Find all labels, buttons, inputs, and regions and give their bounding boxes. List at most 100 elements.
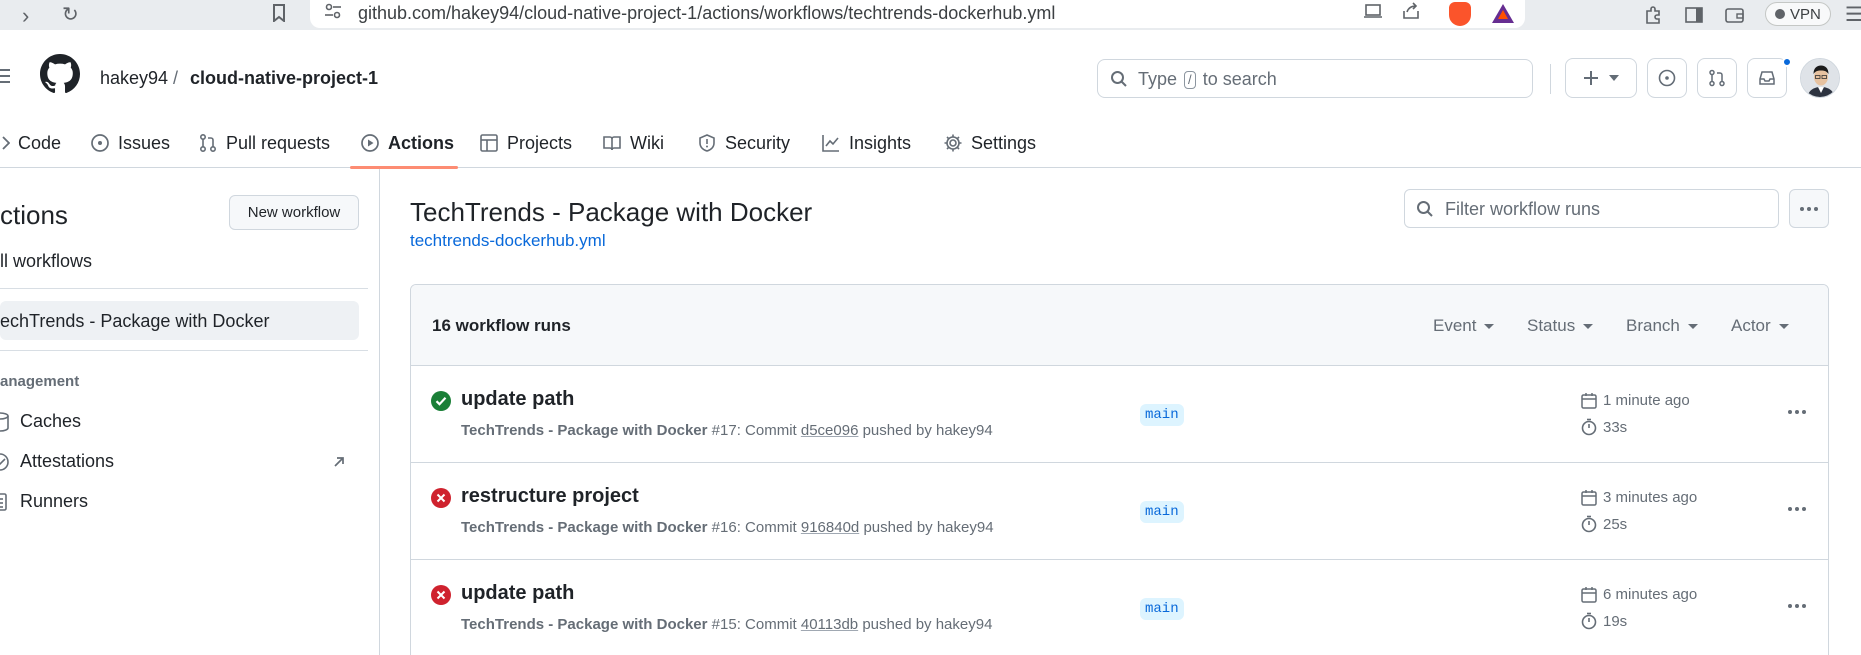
- kebab-horizontal-icon: [1788, 507, 1806, 511]
- kebab-horizontal-icon: [1788, 604, 1806, 608]
- branch-label[interactable]: main: [1140, 404, 1184, 426]
- branch-label[interactable]: main: [1140, 501, 1184, 523]
- calendar-icon: [1581, 393, 1597, 409]
- repo-owner-link[interactable]: hakey94: [100, 68, 168, 89]
- branch-label[interactable]: main: [1140, 598, 1184, 620]
- sidebar-item-label: Runners: [20, 491, 89, 511]
- sidebar-item-all-workflows[interactable]: ll workflows: [0, 251, 92, 272]
- tab-issues[interactable]: Issues: [90, 118, 170, 168]
- commit-sha-link[interactable]: d5ce096: [801, 422, 859, 439]
- workflow-runs-list: 16 workflow runs Event Status Branch Act…: [410, 284, 1829, 655]
- workflow-file-link[interactable]: techtrends-dockerhub.yml: [410, 231, 606, 251]
- sidebar-section-heading: anagement: [0, 373, 80, 390]
- inbox-button[interactable]: [1747, 58, 1787, 98]
- global-search-input[interactable]: Type / to search: [1097, 59, 1533, 98]
- browser-toolbar: › ↻ github.com/hakey94/cloud-native-proj…: [0, 0, 1861, 30]
- sidebar-item-selected-workflow[interactable]: echTrends - Package with Docker: [0, 301, 359, 340]
- run-options-button[interactable]: [1781, 493, 1813, 525]
- notification-indicator: [1782, 57, 1792, 67]
- create-new-button[interactable]: [1565, 58, 1637, 98]
- user-avatar[interactable]: [1800, 58, 1840, 98]
- cast-icon[interactable]: [1364, 2, 1384, 25]
- url-text: github.com/hakey94/cloud-native-project-…: [358, 3, 1056, 23]
- vpn-button[interactable]: VPN: [1765, 2, 1831, 26]
- github-logo-icon[interactable]: [40, 54, 80, 94]
- run-title-link[interactable]: update path: [461, 388, 574, 411]
- run-duration: 33s: [1581, 418, 1627, 436]
- brave-shields-icon[interactable]: [1449, 2, 1471, 26]
- run-time: 3 minutes ago: [1581, 489, 1697, 506]
- run-duration: 19s: [1581, 612, 1627, 630]
- status-filter-dropdown[interactable]: Status: [1527, 316, 1594, 336]
- wallet-icon[interactable]: [1725, 4, 1745, 30]
- extensions-icon[interactable]: [1645, 4, 1663, 30]
- graph-icon: [822, 135, 839, 152]
- cache-icon: [0, 412, 9, 432]
- stopwatch-icon: [1581, 515, 1597, 533]
- bookmark-icon[interactable]: [272, 4, 286, 27]
- share-icon[interactable]: [1401, 2, 1421, 25]
- runs-count: 16 workflow runs: [432, 316, 571, 335]
- workflow-title: TechTrends - Package with Docker: [410, 197, 813, 227]
- caret-down-icon: [1583, 323, 1594, 329]
- sidebar-toggle-icon[interactable]: [1685, 4, 1703, 30]
- failure-x-icon: [431, 488, 451, 508]
- filter-workflow-runs-input[interactable]: Filter workflow runs: [1404, 189, 1779, 228]
- sidebar-item-label: Attestations: [20, 451, 115, 471]
- tab-actions[interactable]: Actions: [360, 118, 454, 168]
- tab-pull-requests[interactable]: Pull requests: [198, 118, 330, 168]
- inbox-icon: [1759, 71, 1775, 85]
- run-title-link[interactable]: update path: [461, 582, 574, 605]
- run-title-link[interactable]: restructure project: [461, 485, 639, 508]
- plus-icon: [1584, 71, 1598, 85]
- menu-icon[interactable]: ☰: [1845, 2, 1861, 27]
- event-filter-dropdown[interactable]: Event: [1433, 316, 1495, 336]
- tab-settings[interactable]: Settings: [943, 118, 1036, 168]
- caret-down-icon: [1778, 323, 1789, 329]
- repo-name-link[interactable]: cloud-native-project-1: [190, 68, 378, 89]
- sidebar-item-label: Caches: [20, 411, 82, 431]
- filter-placeholder: Filter workflow runs: [1445, 199, 1601, 219]
- site-settings-icon[interactable]: [324, 3, 342, 24]
- shield-icon: [699, 134, 715, 152]
- tab-insights[interactable]: Insights: [821, 118, 911, 168]
- sidebar-title: ctions: [0, 200, 68, 230]
- stopwatch-icon: [1581, 612, 1597, 630]
- brave-rewards-icon[interactable]: [1492, 4, 1514, 23]
- actor-filter-dropdown[interactable]: Actor: [1731, 316, 1789, 336]
- workflow-run-row[interactable]: update path TechTrends - Package with Do…: [411, 366, 1828, 463]
- calendar-icon: [1581, 490, 1597, 506]
- run-options-button[interactable]: [1781, 396, 1813, 428]
- address-bar[interactable]: github.com/hakey94/cloud-native-project-…: [310, 0, 1525, 28]
- search-icon: [1417, 201, 1433, 217]
- workflow-options-button[interactable]: [1789, 189, 1829, 228]
- reload-icon[interactable]: ↻: [62, 2, 79, 27]
- workflow-run-row[interactable]: update path TechTrends - Package with Do…: [411, 560, 1828, 655]
- run-meta: TechTrends - Package with Docker #16: Co…: [461, 519, 994, 536]
- tab-wiki[interactable]: Wiki: [602, 118, 664, 168]
- tab-security[interactable]: Security: [697, 118, 790, 168]
- run-meta: TechTrends - Package with Docker #17: Co…: [461, 422, 993, 439]
- commit-sha-link[interactable]: 916840d: [801, 519, 859, 536]
- vpn-label: VPN: [1790, 5, 1821, 23]
- pull-requests-button[interactable]: [1697, 58, 1737, 98]
- commit-sha-link[interactable]: 40113db: [801, 616, 858, 633]
- issue-icon: [91, 134, 109, 152]
- branch-filter-dropdown[interactable]: Branch: [1626, 316, 1698, 336]
- run-options-button[interactable]: [1781, 590, 1813, 622]
- run-duration: 25s: [1581, 515, 1627, 533]
- gear-icon: [944, 134, 962, 152]
- workflow-run-row[interactable]: restructure project TechTrends - Package…: [411, 463, 1828, 560]
- verified-icon: [0, 453, 9, 471]
- breadcrumb-separator: /: [173, 68, 179, 88]
- caret-down-icon: [1687, 323, 1698, 329]
- issues-button[interactable]: [1647, 58, 1687, 98]
- runs-list-header: 16 workflow runs Event Status Branch Act…: [411, 285, 1828, 366]
- new-workflow-button[interactable]: New workflow: [229, 195, 359, 230]
- global-nav-menu-icon[interactable]: [0, 66, 12, 91]
- book-icon: [603, 136, 621, 151]
- tab-projects[interactable]: Projects: [479, 118, 572, 168]
- tab-code[interactable]: Code: [2, 118, 61, 168]
- forward-icon[interactable]: ›: [22, 3, 29, 29]
- run-time: 6 minutes ago: [1581, 586, 1697, 603]
